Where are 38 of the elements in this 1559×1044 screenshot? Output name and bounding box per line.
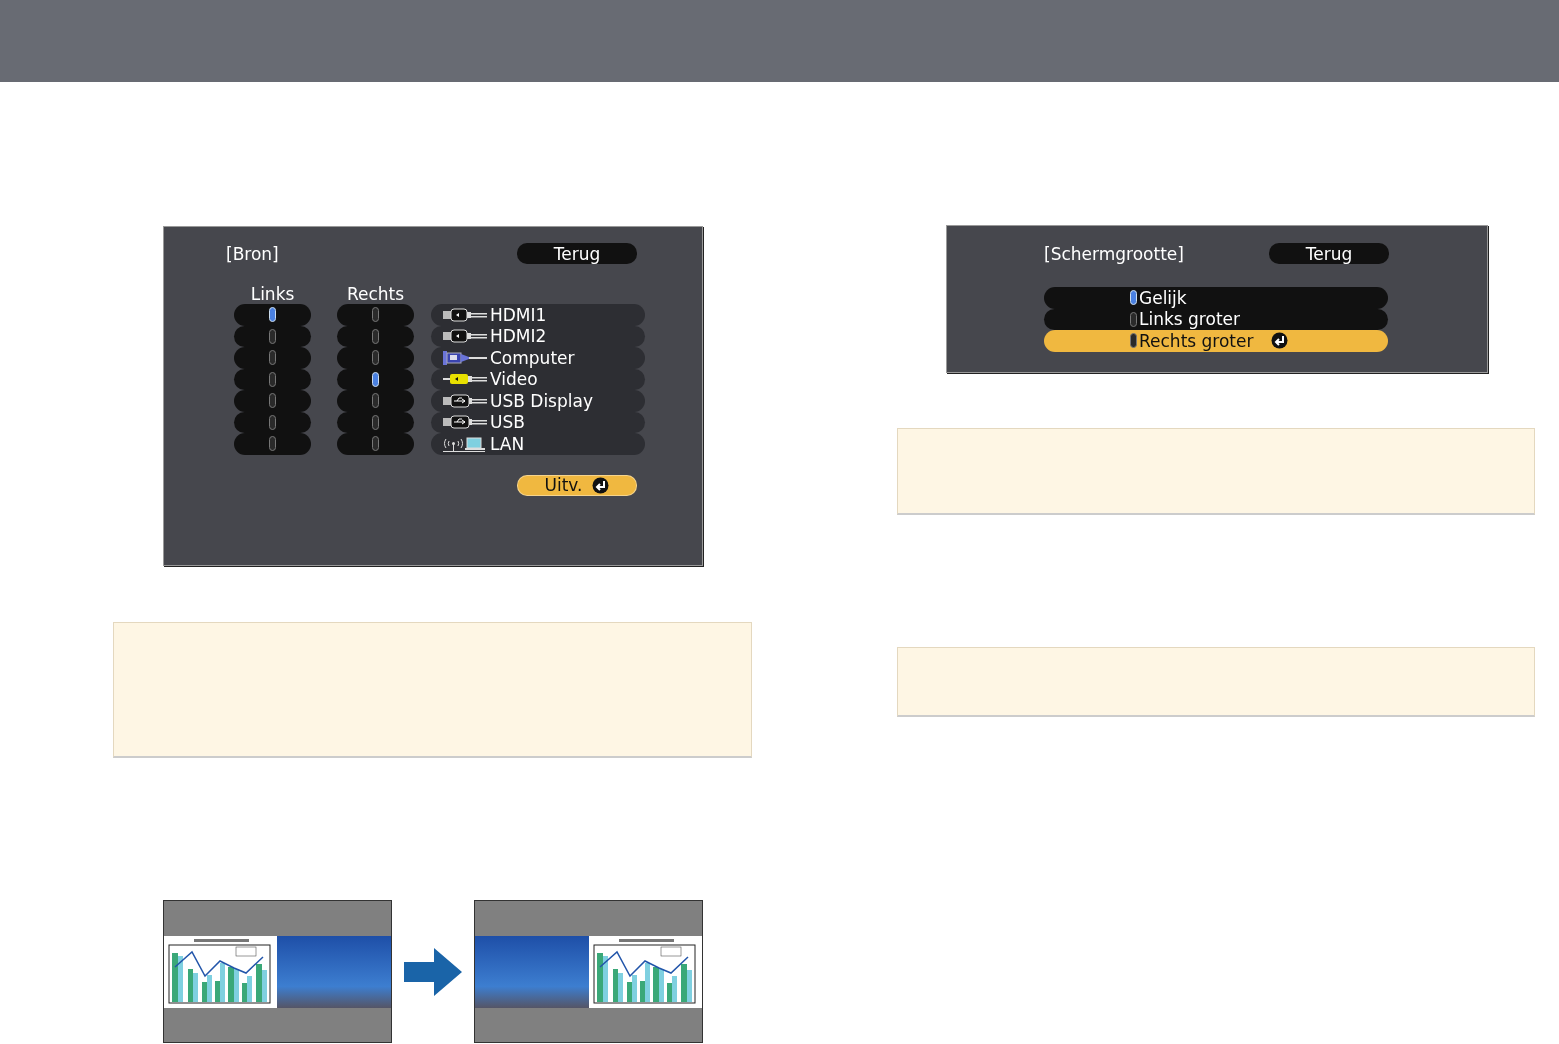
rca-plug-icon	[443, 372, 487, 387]
back-button[interactable]: Terug	[1269, 243, 1389, 264]
option-label: Links groter	[1139, 309, 1240, 330]
option-item[interactable]: Gelijk	[1044, 287, 1388, 309]
source-item[interactable]: Video	[431, 368, 645, 390]
source-label: HDMI1	[490, 304, 547, 325]
option-item[interactable]: Links groter	[1044, 308, 1388, 330]
hdmi-plug-icon	[443, 307, 487, 322]
column-header: Rechts	[345, 284, 406, 304]
usb-plug-icon	[443, 415, 487, 430]
option-label: Gelijk	[1139, 287, 1187, 308]
source-label: Computer	[490, 347, 575, 368]
source-item[interactable]: USB Display	[431, 390, 645, 412]
option-item[interactable]: Rechts groter	[1044, 330, 1388, 352]
exit-button[interactable]: Uitv.	[517, 474, 637, 496]
enter-icon	[1271, 332, 1289, 350]
left-source-slot[interactable]	[234, 304, 311, 326]
menu-title: [Schermgrootte]	[1044, 243, 1184, 264]
enter-icon	[592, 476, 610, 494]
source-label: HDMI2	[490, 326, 547, 347]
network-computer-icon	[443, 435, 487, 452]
usb-plug-icon	[443, 393, 487, 408]
source-item[interactable]: HDMI2	[431, 325, 645, 347]
source-item[interactable]: LAN	[431, 433, 645, 455]
source-label: USB	[490, 412, 525, 433]
back-button[interactable]: Terug	[517, 243, 637, 264]
hdmi-plug-icon	[443, 329, 487, 344]
source-label: USB Display	[490, 390, 593, 411]
source-item[interactable]: Computer	[431, 347, 645, 369]
vga-plug-icon	[443, 349, 487, 366]
column-header: Links	[249, 284, 296, 304]
source-item[interactable]: HDMI1	[431, 304, 645, 326]
option-label: Rechts groter	[1139, 330, 1254, 351]
source-label: Video	[490, 369, 538, 390]
right-arrow-icon	[404, 947, 462, 996]
source-item[interactable]: USB	[431, 411, 645, 433]
menu-title: [Bron]	[226, 243, 279, 264]
source-label: LAN	[490, 433, 525, 454]
